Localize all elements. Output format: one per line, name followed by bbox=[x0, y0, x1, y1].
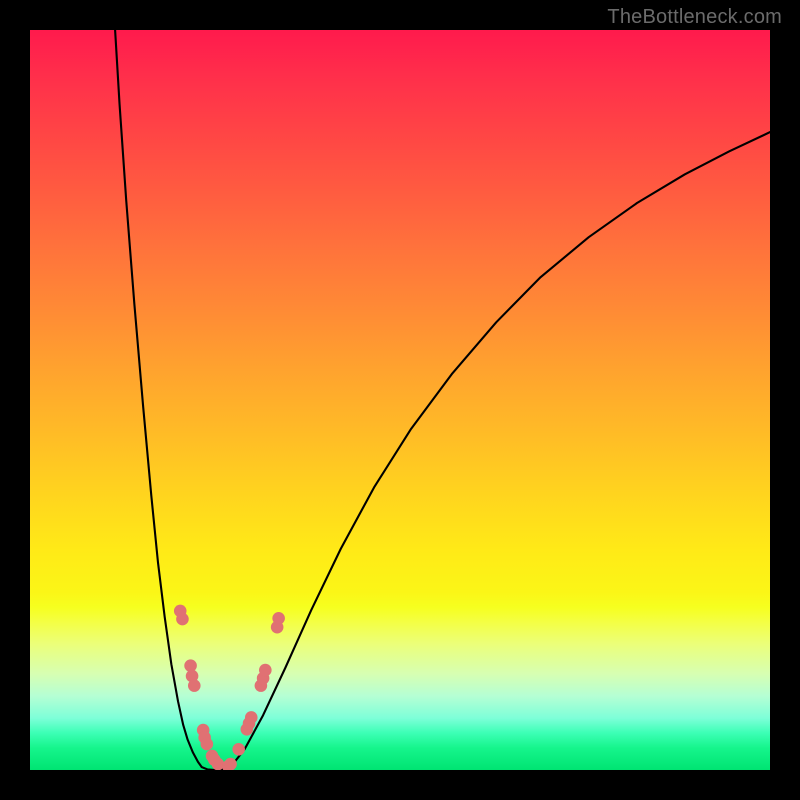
data-dot bbox=[176, 613, 189, 626]
chart-frame: TheBottleneck.com bbox=[0, 0, 800, 800]
watermark-text: TheBottleneck.com bbox=[607, 6, 782, 29]
curve-layer bbox=[30, 30, 770, 770]
data-dot bbox=[245, 711, 258, 724]
data-dot bbox=[224, 758, 237, 770]
data-dot bbox=[272, 612, 285, 625]
data-dot bbox=[188, 679, 201, 692]
curve-left bbox=[115, 30, 202, 767]
data-dot bbox=[201, 738, 214, 751]
data-dot bbox=[259, 664, 272, 677]
data-dot bbox=[232, 743, 245, 756]
plot-area bbox=[30, 30, 770, 770]
curve-right bbox=[231, 132, 770, 767]
